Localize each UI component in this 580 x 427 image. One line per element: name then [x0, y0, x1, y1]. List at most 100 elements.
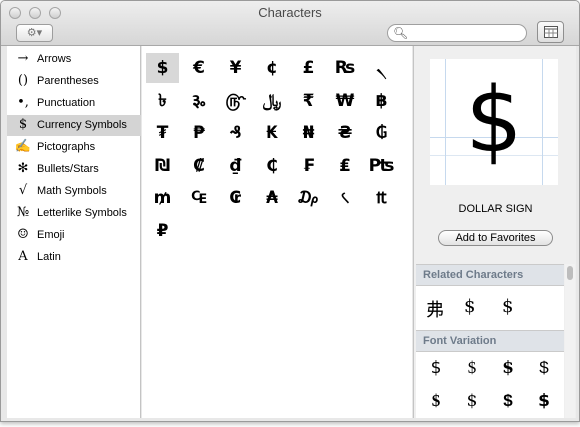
- pictograph-icon: ✍: [14, 139, 32, 154]
- inspector-panel: $ DOLLAR SIGN Add to Favorites Related C…: [413, 46, 576, 418]
- gear-icon: ⚙▾: [26, 27, 43, 39]
- grid-icon: [544, 26, 558, 38]
- character-cell[interactable]: ฿: [365, 86, 398, 116]
- character-cell[interactable]: ﷼: [256, 86, 289, 116]
- sidebar-item-label: Parentheses: [37, 75, 99, 87]
- search-field[interactable]: 🔍︎: [387, 24, 527, 42]
- sidebar-item-math-symbols[interactable]: √ Math Symbols: [7, 181, 141, 202]
- font-variation-character[interactable]: $: [421, 358, 451, 378]
- sidebar-item-label: Emoji: [37, 229, 65, 241]
- character-cell[interactable]: ₡: [183, 151, 216, 181]
- character-cell[interactable]: ₮: [146, 118, 179, 148]
- letterlike-icon: №: [16, 205, 30, 220]
- related-character[interactable]: $: [502, 296, 513, 317]
- math-icon: √: [18, 183, 28, 198]
- font-variation-title: Font Variation: [423, 335, 497, 347]
- font-variation-character[interactable]: $: [493, 391, 523, 411]
- character-cell[interactable]: ₳: [256, 183, 289, 213]
- window-title: Characters: [258, 5, 322, 20]
- character-cell[interactable]: ৳: [146, 86, 179, 116]
- character-cell[interactable]: ₴: [329, 118, 362, 148]
- character-cell[interactable]: ₢: [219, 183, 252, 213]
- sidebar-item-label: Latin: [37, 251, 61, 263]
- sidebar-item-label: Arrows: [37, 53, 72, 65]
- sidebar-item-bullets-stars[interactable]: ✻ Bullets/Stars: [7, 159, 141, 180]
- scrollbar-thumb[interactable]: [567, 266, 573, 280]
- latin-icon: A: [18, 249, 28, 264]
- sidebar-item-label: Pictographs: [37, 141, 96, 153]
- add-to-favorites-button[interactable]: Add to Favorites: [438, 230, 553, 246]
- character-cell[interactable]: ₪: [146, 151, 179, 181]
- font-variation-character[interactable]: $: [421, 391, 451, 411]
- sidebar-item-pictographs[interactable]: ✍ Pictographs: [7, 137, 141, 158]
- sidebar-item-label: Bullets/Stars: [37, 163, 99, 175]
- action-menu-button[interactable]: ⚙▾: [16, 24, 53, 42]
- character-cell[interactable]: ₰: [219, 118, 252, 148]
- sidebar-item-label: Punctuation: [37, 97, 96, 109]
- preview-glyph: $: [465, 68, 523, 173]
- search-input[interactable]: [406, 26, 522, 40]
- character-cell[interactable]: ૱: [183, 86, 216, 116]
- inspector-scrollbar[interactable]: [565, 264, 575, 418]
- character-cell[interactable]: ₵: [256, 151, 289, 181]
- character-cell[interactable]: ₧: [365, 151, 398, 181]
- emoji-icon: ☺: [17, 227, 29, 242]
- sidebar-item-label: Math Symbols: [37, 185, 107, 197]
- toolbar: Characters ⚙▾ 🔍︎: [1, 1, 579, 46]
- sidebar-item-letterlike-symbols[interactable]: № Letterlike Symbols: [7, 203, 141, 224]
- parentheses-icon: (): [17, 73, 29, 88]
- character-cell[interactable]: ₲: [365, 118, 398, 148]
- character-cell[interactable]: €: [183, 53, 216, 83]
- related-characters-header[interactable]: Related Characters: [416, 264, 564, 286]
- character-cell[interactable]: ৲: [365, 53, 398, 83]
- sidebar-item-label: Currency Symbols: [37, 119, 127, 131]
- character-cell[interactable]: ₦: [292, 118, 325, 148]
- sidebar-item-latin[interactable]: A Latin: [7, 247, 141, 268]
- character-cell[interactable]: ₯: [292, 183, 325, 213]
- character-cell[interactable]: ₶: [365, 183, 398, 213]
- character-cell[interactable]: ₥: [146, 183, 179, 213]
- font-variation-character[interactable]: $: [493, 358, 523, 378]
- character-cell[interactable]: ₤: [329, 151, 362, 181]
- character-cell[interactable]: $: [146, 53, 179, 83]
- related-character[interactable]: $: [464, 296, 475, 317]
- sidebar-item-punctuation[interactable]: •, Punctuation: [7, 93, 141, 114]
- sidebar-item-currency-symbols[interactable]: $ Currency Symbols: [7, 115, 141, 136]
- font-variation-header[interactable]: Font Variation: [416, 330, 564, 352]
- character-cell[interactable]: £: [292, 53, 325, 83]
- category-sidebar: → Arrows () Parentheses •, Punctuation $ Curren…: [7, 46, 141, 418]
- character-name: DOLLAR SIGN: [458, 203, 533, 215]
- character-cell[interactable]: ₹: [292, 86, 325, 116]
- character-cell[interactable]: ₭: [256, 118, 289, 148]
- glyph-preview: $: [430, 59, 558, 185]
- font-variation-character[interactable]: $: [457, 358, 487, 378]
- related-character[interactable]: 弗: [426, 296, 444, 322]
- arrow-icon: →: [17, 51, 29, 66]
- character-cell[interactable]: ₣: [292, 151, 325, 181]
- character-cell[interactable]: ₱: [183, 118, 216, 148]
- character-cell[interactable]: ₨: [329, 53, 362, 83]
- related-characters-list: 弗 $ $: [416, 286, 564, 330]
- character-cell[interactable]: ৻: [329, 183, 362, 213]
- related-characters-title: Related Characters: [423, 269, 524, 281]
- character-grid: $ € ¥ ¢ £ ₨ ৲ ৳ ૱ ௹ ﷼ ₹ ₩ ฿ ₮ ₱ ₰ ₭ ₦ ₴ ₲ ₪ ₡ ₫ ₵ ₣ ₤ ₧ ₥ ₠ ₢ ₳ ₯ ৻ ₶ ₽: [142, 46, 412, 418]
- font-variation-character[interactable]: $: [529, 358, 559, 378]
- character-cell[interactable]: ௹: [219, 86, 252, 116]
- punctuation-icon: •,: [17, 95, 29, 110]
- character-cell[interactable]: ¥: [219, 53, 252, 83]
- currency-icon: $: [18, 117, 28, 132]
- sidebar-item-label: Letterlike Symbols: [37, 207, 127, 219]
- font-variation-character[interactable]: $: [457, 391, 487, 411]
- bullet-star-icon: ✻: [17, 161, 29, 176]
- character-cell[interactable]: ₩: [329, 86, 362, 116]
- character-cell[interactable]: ¢: [256, 53, 289, 83]
- font-variation-character[interactable]: $: [529, 391, 559, 411]
- sidebar-item-arrows[interactable]: → Arrows: [7, 49, 141, 70]
- font-variation-list: $ $ $ $ $ $ $ $: [416, 352, 564, 418]
- sidebar-item-emoji[interactable]: ☺ Emoji: [7, 225, 141, 246]
- character-cell[interactable]: ₠: [183, 183, 216, 213]
- character-cell[interactable]: ₫: [219, 151, 252, 181]
- sidebar-item-parentheses[interactable]: () Parentheses: [7, 71, 141, 92]
- character-grid-toggle-button[interactable]: [537, 21, 564, 43]
- character-cell[interactable]: ₽: [146, 216, 179, 246]
